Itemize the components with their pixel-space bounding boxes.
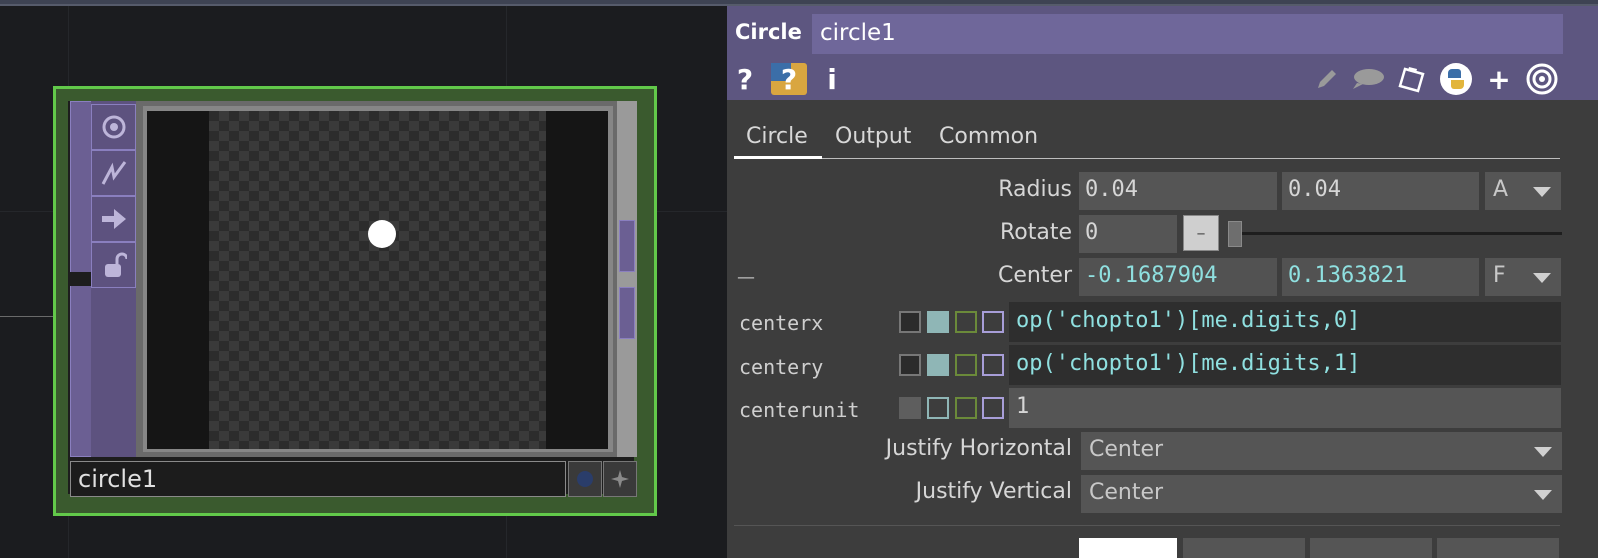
chevron-down-icon [1534,490,1552,500]
constant-mode-button[interactable] [899,397,921,419]
rotate-field[interactable]: 0 [1079,215,1177,253]
section-divider [734,525,1560,526]
page-button[interactable] [1183,538,1305,558]
radius-unit-menu[interactable]: A [1485,172,1561,210]
export-mode-button[interactable] [955,397,977,419]
justify-horizontal-value: Center [1089,437,1164,462]
chevron-down-icon [1533,273,1551,283]
justify-vertical-value: Center [1089,480,1164,505]
transparency-checkerboard [209,111,546,449]
tab-output[interactable]: Output [835,124,911,149]
centerx-expression-field[interactable]: op('chopto1')[me.digits,0] [1009,302,1561,342]
info-icon[interactable]: i [822,62,842,96]
node-output-connector[interactable] [619,287,635,339]
tab-common[interactable]: Common [939,124,1038,149]
connector-gap [70,272,92,286]
centerunit-field[interactable]: 1 [1009,388,1561,428]
justify-vertical-label: Justify Vertical [915,479,1072,504]
connection-wire [0,316,55,317]
expression-mode-button[interactable] [927,311,949,333]
node-output-connector[interactable] [619,220,635,272]
chevron-down-icon [1533,187,1551,197]
rotate-label: Rotate [999,220,1072,245]
target-icon[interactable] [1524,62,1560,96]
chevron-down-icon [1534,447,1552,457]
svg-text:?: ? [781,63,797,96]
page-button[interactable] [1079,538,1177,558]
viewer-active-button[interactable] [568,461,602,497]
rotate-slider-track[interactable] [1240,232,1562,235]
lock-icon[interactable] [91,242,136,288]
clipboard-icon[interactable] [1394,62,1430,96]
justify-horizontal-menu[interactable]: Center [1081,432,1562,470]
page-button[interactable] [1310,538,1432,558]
operator-type-label: Circle [735,20,802,44]
bypass-icon[interactable] [91,150,136,196]
expression-mode-button[interactable] [927,354,949,376]
export-arrow-icon[interactable] [91,196,136,242]
justify-vertical-menu[interactable]: Center [1081,475,1562,513]
expression-indicator: — [737,267,755,288]
edit-icon[interactable] [1312,62,1342,96]
bind-mode-button[interactable] [982,397,1004,419]
constant-mode-button[interactable] [899,311,921,333]
radius-unit-value: A [1493,177,1509,202]
centerx-label: centerx [739,311,824,335]
operator-name-field[interactable]: circle1 [812,14,1563,54]
centery-label: centery [739,355,824,379]
help-icon[interactable]: ? [735,62,755,96]
pin-button[interactable] [603,461,637,497]
circle-shape [368,220,396,248]
export-mode-button[interactable] [955,354,977,376]
center-x-field[interactable]: -0.1687904 [1079,258,1277,296]
rotate-slider-handle[interactable] [1228,221,1242,247]
node-viewer[interactable] [147,111,608,449]
node-output-connector-track [617,101,637,457]
center-unit-menu[interactable]: F [1485,258,1561,296]
center-y-field[interactable]: 0.1363821 [1282,258,1479,296]
comment-icon[interactable] [1350,62,1386,96]
constant-mode-button[interactable] [899,354,921,376]
centerunit-label: centerunit [739,398,860,422]
radius-label: Radius [998,177,1072,202]
viewer-toggle-icon[interactable] [91,104,136,150]
radius-y-field[interactable]: 0.04 [1282,172,1479,210]
tab-divider [734,158,1560,159]
add-icon[interactable]: + [1484,62,1514,96]
rotate-slider-knob[interactable]: – [1183,215,1219,251]
tab-circle[interactable]: Circle [746,124,808,149]
active-tab-indicator [734,156,822,159]
justify-horizontal-label: Justify Horizontal [885,436,1072,461]
page-button[interactable] [1437,538,1559,558]
centery-expression-field[interactable]: op('chopto1')[me.digits,1] [1009,345,1561,385]
python-help-icon[interactable]: ? [770,62,808,96]
node-name-field[interactable]: circle1 [70,461,566,497]
center-unit-value: F [1493,263,1506,288]
expression-mode-button[interactable] [927,397,949,419]
center-label: Center [997,263,1072,288]
radius-x-field[interactable]: 0.04 [1079,172,1277,210]
export-mode-button[interactable] [955,311,977,333]
python-icon[interactable] [1438,62,1474,96]
bind-mode-button[interactable] [982,354,1004,376]
bind-mode-button[interactable] [982,311,1004,333]
